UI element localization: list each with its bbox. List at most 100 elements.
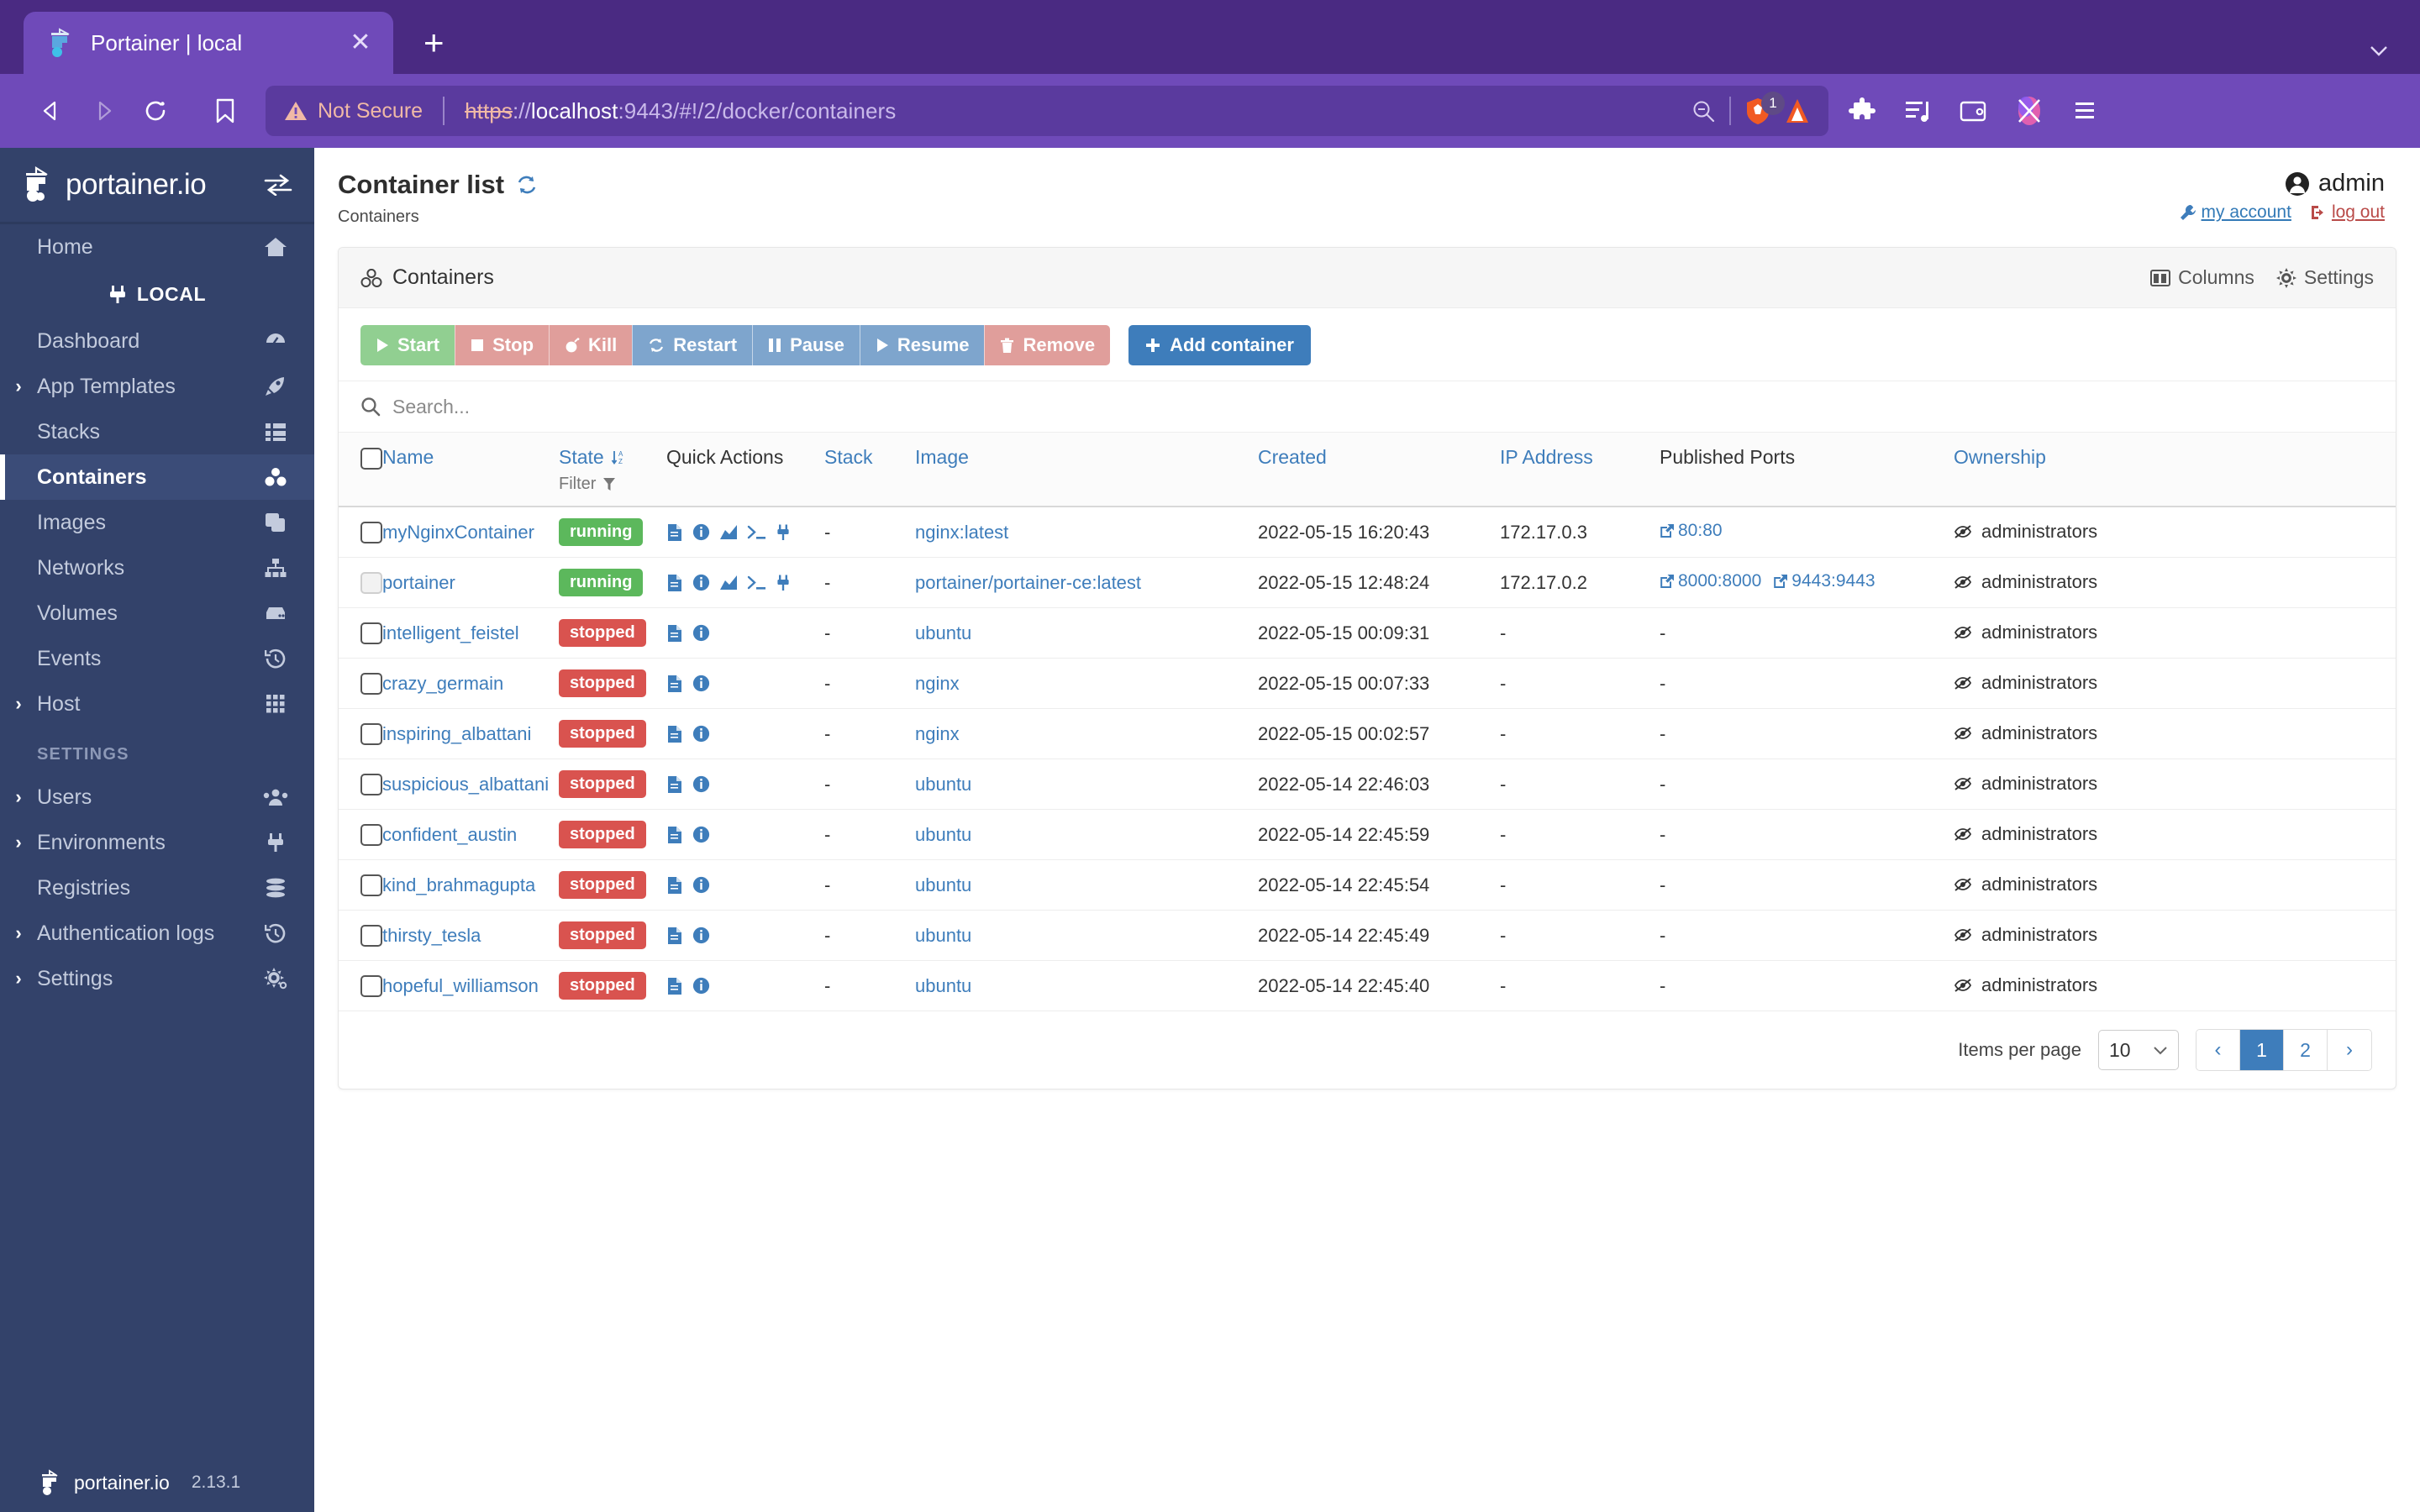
sidebar-item-authentication-logs[interactable]: › Authentication logs <box>0 911 314 956</box>
header-ip-address[interactable]: IP Address <box>1500 433 1660 507</box>
image-link[interactable]: ubuntu <box>915 975 971 996</box>
logs-icon[interactable] <box>666 574 683 592</box>
log-out-link[interactable]: log out <box>2310 202 2385 223</box>
image-link[interactable]: nginx <box>915 723 960 744</box>
start-button[interactable]: Start <box>360 325 455 365</box>
published-port[interactable]: 9443:9443 <box>1773 571 1876 591</box>
header-state[interactable]: State AZ Filter <box>559 433 666 507</box>
sidebar-item-volumes[interactable]: › Volumes <box>0 591 314 636</box>
container-name-link[interactable]: hopeful_williamson <box>382 975 539 996</box>
row-checkbox[interactable] <box>360 622 382 645</box>
reload-icon[interactable] <box>129 85 182 137</box>
logs-icon[interactable] <box>666 977 683 995</box>
header-name[interactable]: Name <box>382 433 559 507</box>
container-name-link[interactable]: crazy_germain <box>382 673 503 694</box>
image-link[interactable]: ubuntu <box>915 874 971 895</box>
browser-tab[interactable]: Portainer | local ✕ <box>24 12 393 74</box>
sidebar-item-users[interactable]: › Users <box>0 774 314 820</box>
row-checkbox[interactable] <box>360 723 382 746</box>
image-link[interactable]: portainer/portainer-ce:latest <box>915 572 1141 593</box>
row-checkbox[interactable] <box>360 774 382 796</box>
sidebar-item-app-templates[interactable]: › App Templates <box>0 364 314 409</box>
image-link[interactable]: ubuntu <box>915 622 971 643</box>
search-input[interactable] <box>392 395 2374 418</box>
logs-icon[interactable] <box>666 725 683 743</box>
logs-icon[interactable] <box>666 523 683 542</box>
inspect-icon[interactable] <box>692 977 710 995</box>
logs-icon[interactable] <box>666 876 683 895</box>
container-name-link[interactable]: inspiring_albattani <box>382 723 531 744</box>
sidebar-item-events[interactable]: › Events <box>0 636 314 681</box>
console-icon[interactable] <box>747 575 767 591</box>
sidebar-item-stacks[interactable]: › Stacks <box>0 409 314 454</box>
state-filter[interactable]: Filter <box>559 475 666 494</box>
restart-button[interactable]: Restart <box>632 325 753 365</box>
container-name-link[interactable]: intelligent_feistel <box>382 622 519 643</box>
image-link[interactable]: ubuntu <box>915 774 971 795</box>
sidebar-item-images[interactable]: › Images <box>0 500 314 545</box>
chevron-right-icon[interactable]: › <box>0 693 37 715</box>
wallet-icon[interactable] <box>1960 99 1986 123</box>
remove-button[interactable]: Remove <box>984 325 1111 365</box>
container-name-link[interactable]: thirsty_tesla <box>382 925 481 946</box>
console-icon[interactable] <box>747 524 767 541</box>
row-checkbox[interactable] <box>360 824 382 847</box>
pagination-prev[interactable]: ‹ <box>2196 1030 2240 1070</box>
columns-button[interactable]: Columns <box>2150 266 2254 289</box>
my-account-link[interactable]: my account <box>2180 202 2291 223</box>
not-secure-indicator[interactable]: Not Secure <box>284 99 423 123</box>
refresh-icon[interactable] <box>516 174 538 196</box>
stop-button[interactable]: Stop <box>455 325 550 365</box>
chevron-right-icon[interactable]: › <box>0 832 37 853</box>
address-bar[interactable]: Not Secure https://localhost:9443/#!/2/d… <box>266 86 1828 136</box>
inspect-icon[interactable] <box>692 675 710 692</box>
row-checkbox[interactable] <box>360 975 382 998</box>
kill-button[interactable]: Kill <box>549 325 633 365</box>
inspect-icon[interactable] <box>692 624 710 642</box>
image-link[interactable]: nginx:latest <box>915 522 1008 543</box>
back-arrow-icon[interactable] <box>25 85 77 137</box>
chevron-down-icon[interactable] <box>2366 42 2420 59</box>
settings-button[interactable]: Settings <box>2275 266 2374 289</box>
header-created[interactable]: Created <box>1258 433 1500 507</box>
new-tab-button[interactable]: + <box>424 25 445 60</box>
sidebar-item-settings[interactable]: › Settings <box>0 956 314 1001</box>
logs-icon[interactable] <box>666 775 683 794</box>
image-link[interactable]: ubuntu <box>915 925 971 946</box>
sidebar-item-home[interactable]: › Home <box>0 224 314 270</box>
close-icon[interactable]: ✕ <box>346 30 375 55</box>
header-image[interactable]: Image <box>915 433 1258 507</box>
logs-icon[interactable] <box>666 624 683 643</box>
collapse-sidebar-icon[interactable] <box>264 174 292 196</box>
pagination-page-1[interactable]: 1 <box>2240 1030 2284 1070</box>
sidebar-item-environments[interactable]: › Environments <box>0 820 314 865</box>
items-per-page-select[interactable]: 10 <box>2098 1030 2179 1070</box>
forward-arrow-icon[interactable] <box>77 85 129 137</box>
chevron-right-icon[interactable]: › <box>0 922 37 944</box>
container-name-link[interactable]: portainer <box>382 572 455 593</box>
chevron-right-icon[interactable]: › <box>0 786 37 808</box>
sidebar-item-networks[interactable]: › Networks <box>0 545 314 591</box>
inspect-icon[interactable] <box>692 574 710 591</box>
chevron-right-icon[interactable]: › <box>0 375 37 397</box>
container-name-link[interactable]: myNginxContainer <box>382 522 534 543</box>
inspect-icon[interactable] <box>692 927 710 944</box>
sort-asc-az-icon[interactable]: AZ <box>611 449 628 466</box>
inspect-icon[interactable] <box>692 876 710 894</box>
sidebar-item-registries[interactable]: › Registries <box>0 865 314 911</box>
sidebar-item-dashboard[interactable]: › Dashboard <box>0 318 314 364</box>
image-link[interactable]: ubuntu <box>915 824 971 845</box>
row-checkbox[interactable] <box>360 673 382 696</box>
header-ownership[interactable]: Ownership <box>1954 433 2396 507</box>
filter-icon[interactable] <box>602 477 616 492</box>
sidebar-logo[interactable]: portainer.io <box>0 148 314 222</box>
sidebar-item-host[interactable]: › Host <box>0 681 314 727</box>
logs-icon[interactable] <box>666 927 683 945</box>
brave-leo-icon[interactable] <box>2015 95 2044 127</box>
playlist-icon[interactable] <box>1904 98 1931 123</box>
inspect-icon[interactable] <box>692 826 710 843</box>
row-checkbox[interactable] <box>360 522 382 544</box>
published-port[interactable]: 80:80 <box>1660 521 1723 541</box>
extensions-icon[interactable] <box>1849 97 1876 124</box>
pagination-page-2[interactable]: 2 <box>2284 1030 2328 1070</box>
